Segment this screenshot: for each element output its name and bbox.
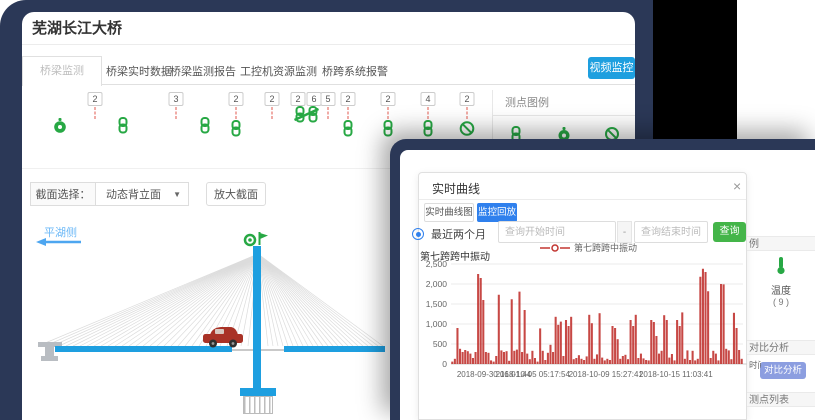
section-select[interactable]: 动态背立面 ▼ [95, 182, 189, 206]
legend-panel-title: 测点图例 [493, 90, 635, 116]
sensor-column[interactable]: 2 [88, 92, 103, 120]
sensor-column[interactable]: 2 [265, 92, 280, 120]
strip-legend-header: 例 [747, 236, 815, 251]
chevron-down-icon: ▼ [173, 183, 181, 207]
sensor-column[interactable]: 2 [459, 92, 476, 137]
radio-last-two-months[interactable] [412, 228, 424, 240]
sensor-column[interactable]: 4 [421, 92, 436, 137]
alarm-dash-line [272, 107, 273, 119]
alarm-dash-line [428, 107, 429, 119]
date-range-separator: - [617, 221, 632, 243]
svg-text:2018-10-09 15:27:41: 2018-10-09 15:27:41 [569, 370, 644, 379]
query-button[interactable]: 查询 [713, 222, 746, 242]
chain-icon [381, 120, 396, 137]
legend-series-label: 第七跨跨中振动 [574, 241, 637, 254]
chain-icon [229, 120, 244, 137]
bridge-tower-cap [240, 388, 276, 396]
alarm-dash-line [348, 107, 349, 119]
sensor-column[interactable]: 2 [341, 92, 356, 137]
svg-text:2,500: 2,500 [426, 259, 448, 269]
svg-text:1,500: 1,500 [426, 299, 448, 309]
dialog-title: 实时曲线 [432, 180, 480, 197]
sensor-count-badge: 2 [381, 92, 396, 106]
chain-icon [116, 117, 131, 134]
query-start-time-input[interactable] [498, 221, 616, 243]
sensor-column[interactable]: 26 [291, 92, 322, 123]
legend-marker-icon [540, 243, 570, 253]
chain-icon [341, 120, 356, 137]
dialog-tab-playback[interactable]: 监控回放 [477, 203, 517, 222]
sensor-column[interactable] [116, 92, 131, 134]
tabbar-divider [22, 84, 635, 85]
sensor-count-badge: 6 [307, 92, 322, 106]
strip-point-list-header: 测点列表 [747, 392, 815, 407]
tower-gauge-icon [243, 233, 257, 247]
dialog-header-divider [419, 199, 746, 200]
video-monitoring-button[interactable]: 视频监控 [588, 57, 635, 79]
alarm-dash-line [388, 107, 389, 119]
close-icon[interactable]: × [733, 178, 741, 194]
sensor-count-badge: 4 [421, 92, 436, 106]
tab-realtime-data[interactable]: 桥梁实时数据 [106, 63, 172, 79]
section-select-label: 截面选择： [30, 182, 96, 206]
ban-icon [459, 120, 476, 137]
alarm-dash-line [176, 107, 177, 119]
enlarge-section-button[interactable]: 放大截面 [206, 182, 266, 206]
svg-text:2018-10-15 11:03:41: 2018-10-15 11:03:41 [639, 370, 713, 379]
chain-icon [421, 120, 436, 137]
bridge-foundation [243, 396, 273, 414]
sensor-count-badge: 2 [88, 92, 103, 106]
svg-text:0: 0 [442, 359, 447, 369]
radio-label: 最近两个月 [431, 226, 486, 242]
bridge-tower [253, 246, 261, 388]
sensor-count-badge: 2 [291, 92, 306, 106]
sensor-count-badge: 2 [229, 92, 244, 106]
sensor-count-badge: 3 [169, 92, 184, 106]
dialog-tab-curve-view[interactable]: 实时曲线图 [424, 203, 474, 222]
vibration-chart: 05001,0001,5002,0002,5002018-09-30 16:01… [413, 256, 761, 392]
section-select-value: 动态背立面 [106, 189, 161, 201]
sensor-count-badge: 5 [321, 92, 336, 106]
tab-span-system-alarm[interactable]: 桥跨系统报警 [322, 63, 388, 79]
sensor-column[interactable]: 5 [321, 92, 336, 120]
tab-monitoring-report[interactable]: 桥梁监测报告 [170, 63, 236, 79]
sensor-column[interactable]: 3 [169, 92, 184, 120]
joint-icon [293, 106, 319, 123]
svg-text:1,000: 1,000 [426, 319, 448, 329]
tab-bridge-monitoring[interactable]: 桥梁监测 [22, 56, 102, 86]
sensor-column[interactable] [198, 92, 213, 134]
time-range-radio-row: 最近两个月 [412, 226, 486, 242]
alarm-dash-line [95, 107, 96, 119]
chart-legend: 第七跨跨中振动 [540, 241, 637, 254]
query-end-time-input[interactable] [634, 221, 708, 243]
alarm-dash-line [236, 107, 237, 119]
svg-text:2,000: 2,000 [426, 279, 448, 289]
compare-analysis-button[interactable]: 对比分析 [760, 362, 806, 379]
svg-text:2018-10-05 05:17:54: 2018-10-05 05:17:54 [496, 370, 571, 379]
sensor-count-badge: 2 [460, 92, 475, 106]
alarm-dash-line [328, 107, 329, 119]
desktop-black-region [653, 0, 737, 140]
sensor-count-badge: 2 [341, 92, 356, 106]
tab-ipc-resource-monitoring[interactable]: 工控机资源监测 [240, 63, 317, 79]
sensor-count-badge: 2 [265, 92, 280, 106]
svg-text:500: 500 [433, 339, 447, 349]
bell-icon [53, 117, 68, 134]
sensor-column[interactable]: 2 [229, 92, 244, 137]
svg-text:时间: 时间 [749, 360, 761, 370]
car-icon [202, 324, 244, 348]
chain-icon [198, 117, 213, 134]
sensor-column[interactable]: 2 [381, 92, 396, 137]
thermometer-icon [774, 256, 788, 275]
tower-flag-icon [257, 231, 269, 246]
alarm-dash-line [467, 107, 468, 119]
sensor-column[interactable] [53, 92, 68, 134]
bridge-deck-right [284, 346, 385, 352]
